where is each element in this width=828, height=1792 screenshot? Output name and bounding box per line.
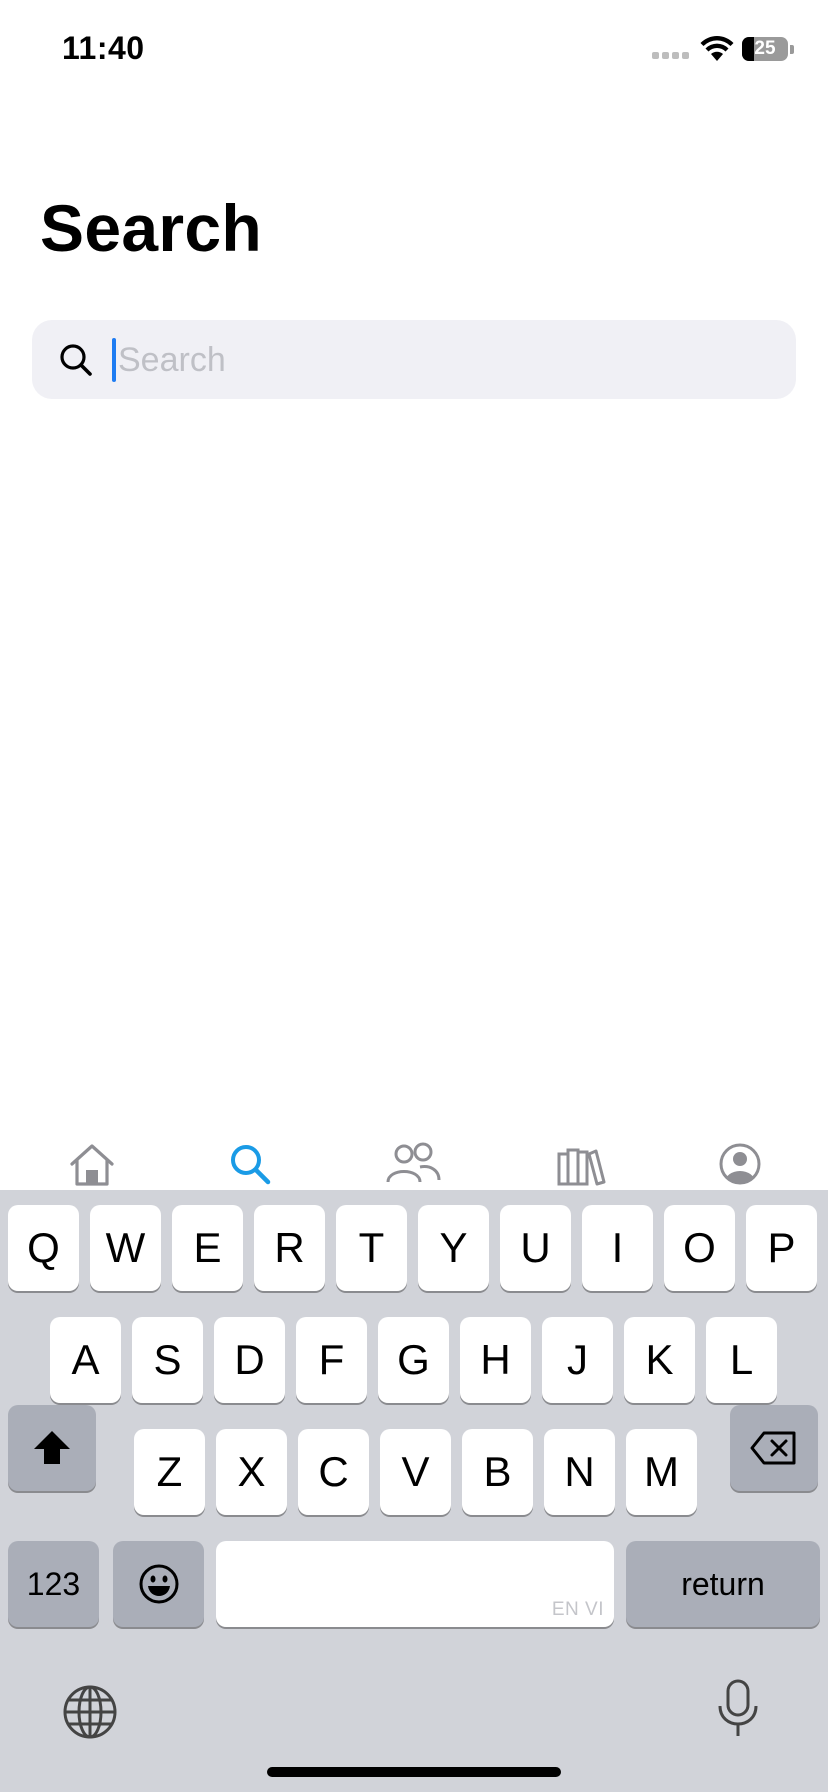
keyboard: QWE R T Y U I O P A S D F G H J K L Z X C V B N M 123 EN VI r… [0,1190,828,1792]
key-y[interactable]: Y [418,1205,489,1291]
key-k[interactable]: K [624,1317,695,1403]
key-d[interactable]: D [214,1317,285,1403]
wifi-icon [700,36,734,61]
key-label: A [71,1336,100,1383]
key-label: M [644,1448,679,1495]
space-key[interactable]: EN VI [216,1541,614,1627]
key-x[interactable]: X [216,1429,287,1515]
home-indicator [267,1767,561,1777]
globe-icon[interactable] [62,1684,118,1740]
key-label: Y [439,1224,468,1271]
key-f[interactable]: F [296,1317,367,1403]
status-bar: 11:40 25 [0,0,828,100]
return-key[interactable]: return [626,1541,820,1627]
key-j[interactable]: J [542,1317,613,1403]
key-label: K [645,1336,674,1383]
status-time: 11:40 [62,30,145,66]
key-l[interactable]: L [706,1317,777,1403]
key-label: I [611,1224,624,1271]
search-icon [231,1145,271,1185]
language-hint: EN VI [551,1599,604,1620]
key-label: N [564,1448,595,1495]
key-label: R [274,1224,305,1271]
tab-people[interactable] [363,1130,463,1190]
key-label: W [105,1224,146,1271]
key-e[interactable]: E [172,1205,243,1291]
key-label: F [318,1336,345,1383]
tab-bar [0,1130,828,1190]
tab-home[interactable] [42,1130,142,1190]
key-label: Z [156,1448,183,1495]
emoji-icon [139,1564,178,1604]
key-z[interactable]: Z [134,1429,205,1515]
shift-icon [34,1431,70,1464]
tab-library[interactable] [531,1130,631,1190]
key-g[interactable]: G [378,1317,449,1403]
key-label: T [358,1224,385,1271]
tab-profile[interactable] [690,1130,790,1190]
microphone-icon[interactable] [716,1678,760,1740]
battery-cap [790,45,794,54]
key-label: U [520,1224,551,1271]
people-icon [386,1142,441,1183]
key-label: G [397,1336,430,1383]
key-t[interactable]: T [336,1205,407,1291]
key-m[interactable]: M [626,1429,697,1515]
key-label: B [483,1448,512,1495]
key-label: J [567,1336,588,1383]
key-q[interactable]: Q [8,1205,79,1291]
key-label: L [729,1336,754,1383]
tab-search[interactable] [200,1130,300,1190]
cellular-signal-icon [652,52,692,62]
battery-level: 25 [754,38,776,59]
profile-icon [719,1143,761,1185]
key-r[interactable]: R [254,1205,325,1291]
shift-key[interactable] [8,1405,96,1491]
emoji-key[interactable] [113,1541,204,1627]
key-label: H [480,1336,511,1383]
key-label: D [234,1336,265,1383]
home-icon [70,1144,114,1186]
key-label: C [318,1448,349,1495]
search-bar[interactable] [32,320,796,399]
key-label: E [193,1224,222,1271]
backspace-icon [750,1431,796,1465]
key-b[interactable]: B [462,1429,533,1515]
search-input[interactable] [116,330,758,390]
key-o[interactable]: O [664,1205,735,1291]
key-a[interactable]: A [50,1317,121,1403]
key-s[interactable]: S [132,1317,203,1403]
key-label: P [767,1224,796,1271]
key-i[interactable]: I [582,1205,653,1291]
key-v[interactable]: V [380,1429,451,1515]
search-icon [60,344,92,376]
key-label: X [237,1448,266,1495]
backspace-key[interactable] [730,1405,818,1491]
key-label: S [153,1336,182,1383]
key-c[interactable]: C [298,1429,369,1515]
page-title: Search [40,191,262,265]
key-p[interactable]: P [746,1205,817,1291]
key-h[interactable]: H [460,1317,531,1403]
library-icon [557,1148,606,1186]
key-label: V [401,1448,430,1495]
key-w[interactable]: W [90,1205,161,1291]
key-label: Q [27,1224,60,1271]
numbers-key[interactable]: 123 [8,1541,99,1627]
key-n[interactable]: N [544,1429,615,1515]
key-u[interactable]: U [500,1205,571,1291]
key-label: O [683,1224,716,1271]
battery-icon: 25 [742,37,788,61]
